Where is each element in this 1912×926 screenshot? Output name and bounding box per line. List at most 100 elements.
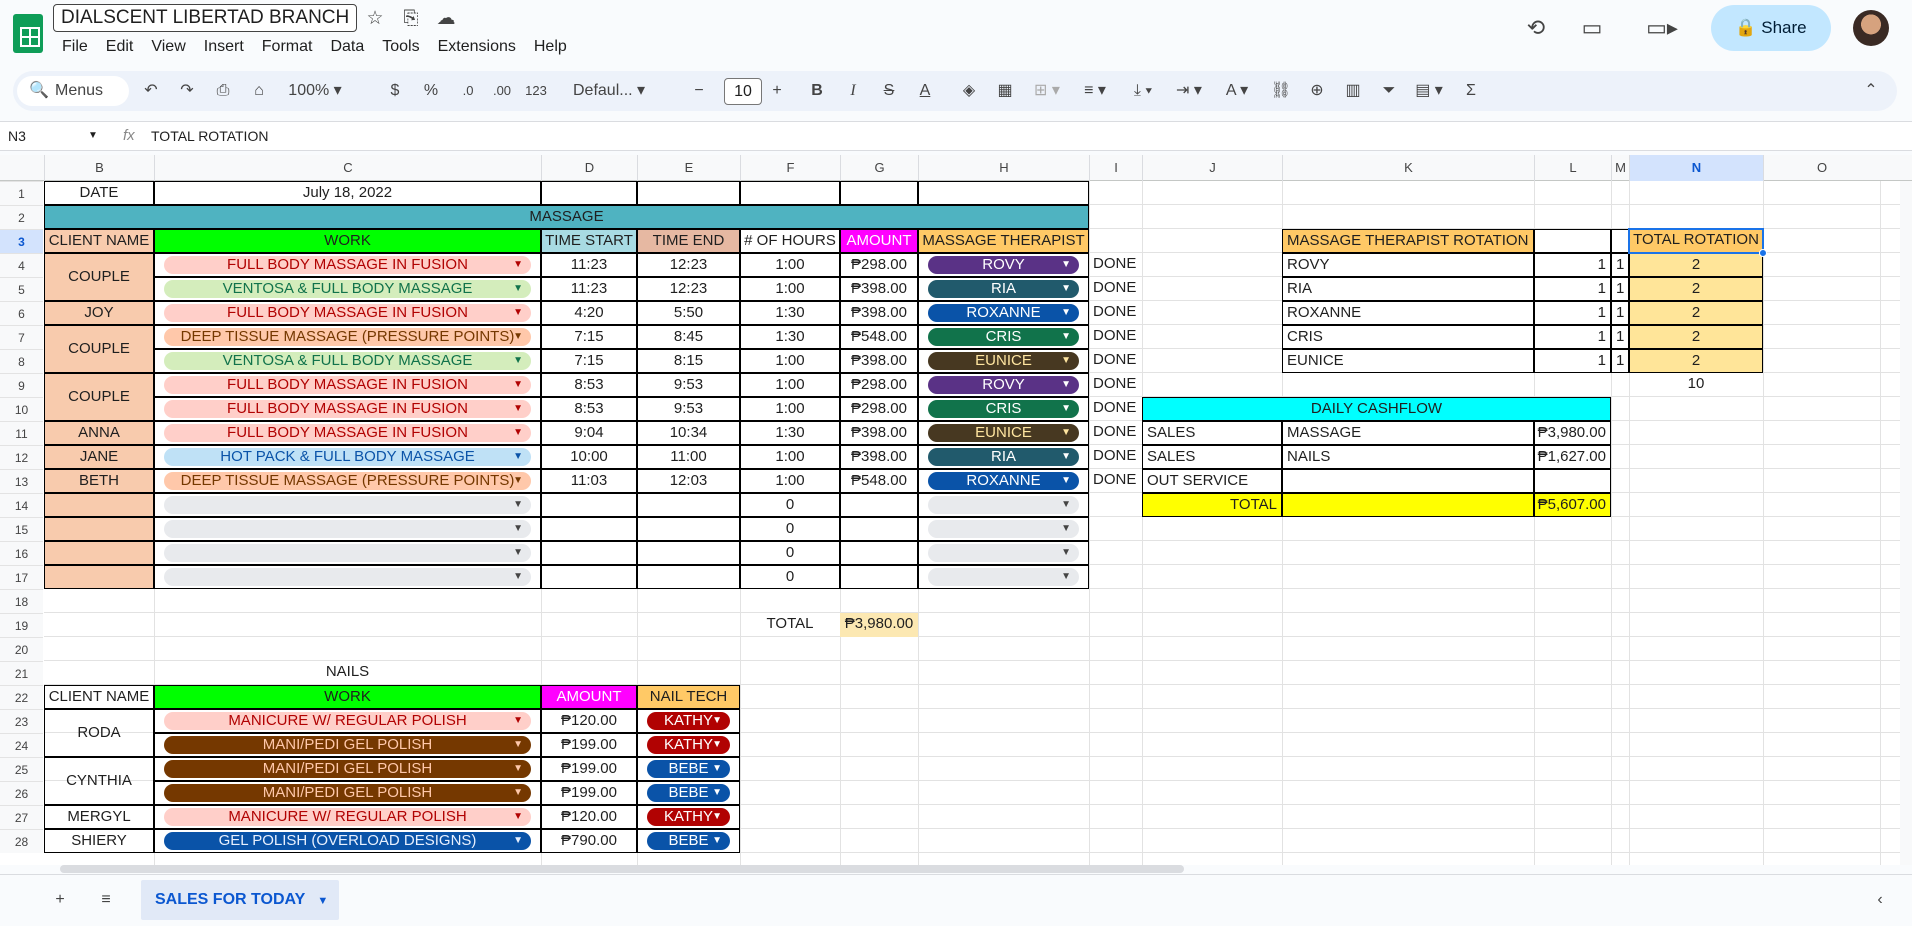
status-cell[interactable]: DONE [1089,397,1142,421]
cashflow-type[interactable]: MASSAGE [1282,421,1534,445]
cashflow-category[interactable]: OUT SERVICE [1142,469,1282,493]
filter-icon[interactable]: ⏷ [1377,71,1401,111]
cashflow-value[interactable]: ₱3,980.00 [1534,421,1611,445]
font-size-decrease-icon[interactable]: − [687,71,711,111]
row-header-25[interactable]: 25 [0,757,43,781]
rotation-name[interactable]: ROXANNE [1282,301,1534,325]
horizontal-scrollbar[interactable] [60,865,1184,873]
sheet-grid[interactable]: 1 2 3 4 5 6 7 8 9 10 11 12 13 14 15 16 17 18 19 20 21 22 23 24 2… [0,181,1900,865]
work-dropdown[interactable]: ▼ [164,520,531,538]
rotation-name[interactable]: ROVY [1282,253,1534,277]
massage-total-label[interactable]: TOTAL [740,613,840,637]
time-start-cell[interactable]: 10:00 [541,445,637,469]
bold-icon[interactable]: B [805,71,829,111]
time-start-cell[interactable]: 11:03 [541,469,637,493]
nails-work-dropdown[interactable]: MANI/PEDI GEL POLISH ▼ [164,784,531,802]
time-end-cell[interactable]: 12:23 [637,253,740,277]
cashflow-category[interactable]: SALES [1142,445,1282,469]
nails-amount-cell[interactable]: ₱199.00 [541,757,637,781]
insert-comment-icon[interactable]: ⊕ [1305,71,1329,111]
rotation-name[interactable]: CRIS [1282,325,1534,349]
menu-file[interactable]: File [53,35,97,59]
cashflow-title[interactable]: DAILY CASHFLOW [1142,397,1611,421]
header-work[interactable]: WORK [154,229,541,253]
row-header-24[interactable]: 24 [0,733,43,757]
status-cell[interactable]: DONE [1089,325,1142,349]
row-header-19[interactable]: 19 [0,613,43,637]
hours-cell[interactable]: 0 [740,565,840,589]
client-name-cell[interactable]: COUPLE [44,325,154,373]
horizontal-align-icon[interactable]: ≡ ▾ [1077,71,1113,111]
collapse-menus-icon[interactable]: ⌃ [1859,71,1883,111]
menu-extensions[interactable]: Extensions [429,35,525,59]
menu-data[interactable]: Data [321,35,373,59]
work-dropdown[interactable]: FULL BODY MASSAGE IN FUSION ▼ [164,424,531,442]
therapist-dropdown[interactable]: RIA ▼ [928,280,1079,298]
row-header-22[interactable]: 22 [0,685,43,709]
work-dropdown[interactable]: VENTOSA & FULL BODY MASSAGE ▼ [164,280,531,298]
cell[interactable] [541,181,637,205]
column-header-f[interactable]: F [740,155,840,181]
time-start-cell[interactable]: 8:53 [541,397,637,421]
date-value[interactable]: July 18, 2022 [154,181,541,205]
hours-cell[interactable]: 1:00 [740,373,840,397]
status-cell[interactable]: DONE [1089,421,1142,445]
column-header-i[interactable]: I [1089,155,1142,181]
work-dropdown[interactable]: HOT PACK & FULL BODY MASSAGE ▼ [164,448,531,466]
nail-tech-dropdown[interactable]: BEBE ▼ [647,760,730,778]
collapse-sidebar-icon[interactable]: ‹ [1868,880,1892,920]
menu-edit[interactable]: Edit [97,35,143,59]
nails-work-dropdown[interactable]: MANICURE W/ REGULAR POLISH ▼ [164,808,531,826]
time-end-cell[interactable]: 12:23 [637,277,740,301]
version-history-icon[interactable]: ⟲ [1522,14,1550,42]
cell[interactable] [1611,229,1629,253]
row-header-9[interactable]: 9 [0,373,43,397]
nails-client-cell[interactable]: RODA [44,709,154,757]
therapist-dropdown[interactable]: RIA ▼ [928,448,1079,466]
increase-decimal-button[interactable]: .00 [487,71,517,111]
cell[interactable] [637,517,740,541]
work-dropdown[interactable]: DEEP TISSUE MASSAGE (PRESSURE POINTS) ▼ [164,472,531,490]
time-end-cell[interactable]: 8:15 [637,349,740,373]
work-dropdown[interactable]: ▼ [164,496,531,514]
nails-work-dropdown[interactable]: MANI/PEDI GEL POLISH ▼ [164,760,531,778]
hours-cell[interactable]: 1:00 [740,469,840,493]
work-dropdown[interactable]: DEEP TISSUE MASSAGE (PRESSURE POINTS) ▼ [164,328,531,346]
row-header-23[interactable]: 23 [0,709,43,733]
paint-format-icon[interactable]: ⌂ [247,71,271,111]
work-dropdown[interactable]: ▼ [164,544,531,562]
massage-total-amount[interactable]: ₱3,980.00 [840,613,918,637]
therapist-dropdown[interactable]: EUNICE ▼ [928,424,1079,442]
menu-format[interactable]: Format [253,35,322,59]
nail-tech-dropdown[interactable]: KATHY ▼ [647,736,730,754]
row-header-13[interactable]: 13 [0,469,43,493]
hours-cell[interactable]: 1:00 [740,397,840,421]
comments-icon[interactable]: ▭ [1578,14,1606,42]
row-header-17[interactable]: 17 [0,565,43,589]
client-name-cell[interactable] [44,565,154,589]
column-header-k[interactable]: K [1282,155,1534,181]
hours-cell[interactable]: 1:00 [740,253,840,277]
status-cell[interactable]: DONE [1089,277,1142,301]
client-name-cell[interactable] [44,517,154,541]
vertical-scrollbar[interactable] [1900,181,1912,865]
hours-cell[interactable]: 1:30 [740,421,840,445]
column-header-j[interactable]: J [1142,155,1282,181]
column-header-n[interactable]: N [1629,155,1763,181]
vertical-align-icon[interactable]: ⤓ ▾ [1125,71,1161,111]
time-start-cell[interactable]: 7:15 [541,349,637,373]
work-dropdown[interactable]: FULL BODY MASSAGE IN FUSION ▼ [164,376,531,394]
cell[interactable] [541,493,637,517]
font-size-increase-icon[interactable]: + [765,71,789,111]
column-header-d[interactable]: D [541,155,637,181]
italic-icon[interactable]: I [841,71,865,111]
cashflow-type[interactable] [1282,469,1534,493]
status-cell[interactable]: DONE [1089,253,1142,277]
avatar[interactable] [1853,10,1889,46]
borders-icon[interactable]: ▦ [993,71,1017,111]
text-rotation-icon[interactable]: A ▾ [1219,71,1255,111]
work-dropdown[interactable]: FULL BODY MASSAGE IN FUSION ▼ [164,400,531,418]
share-button[interactable]: 🔒 Share [1711,5,1831,51]
hours-cell[interactable]: 1:00 [740,445,840,469]
cell[interactable] [840,541,918,565]
